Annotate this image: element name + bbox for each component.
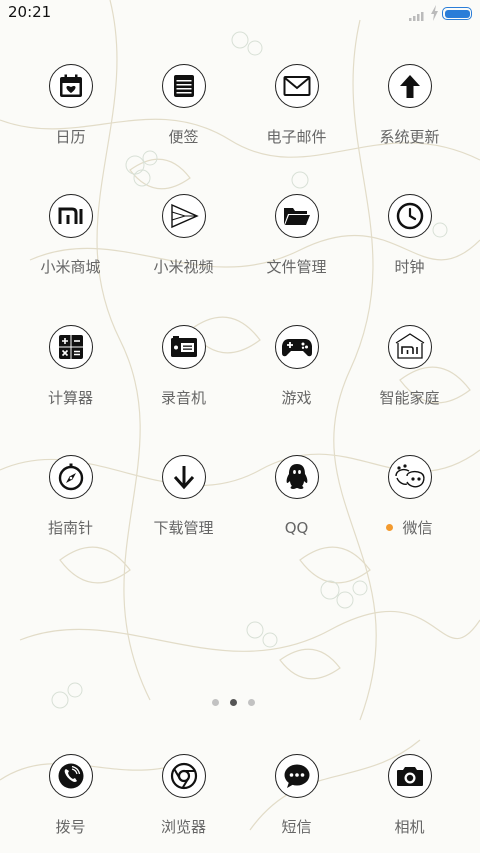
app-downloads[interactable]: 下载管理 <box>127 455 240 537</box>
app-file-manager[interactable]: 文件管理 <box>240 194 353 276</box>
folder-icon <box>283 208 310 225</box>
app-label: 浏览器 <box>160 818 206 836</box>
signal-icon <box>409 12 424 21</box>
recorder-icon <box>170 336 197 357</box>
dock-phone[interactable]: 拨号 <box>14 754 127 836</box>
app-label: 相机 <box>394 818 425 836</box>
status-bar: 20:21 <box>0 0 480 28</box>
app-mi-video[interactable]: 小米视频 <box>127 194 240 276</box>
app-notes[interactable]: 便签 <box>127 64 240 146</box>
app-label: 便签 <box>168 128 199 146</box>
app-label: 文件管理 <box>266 258 327 276</box>
battery-level <box>444 9 470 18</box>
app-email[interactable]: 电子邮件 <box>240 64 353 146</box>
page-dot-2-active[interactable] <box>230 699 237 706</box>
app-compass[interactable]: 指南针 <box>14 455 127 537</box>
app-label: 智能家庭 <box>379 389 440 407</box>
calendar-icon <box>59 74 82 97</box>
app-label: 小米视频 <box>153 258 214 276</box>
app-label: 录音机 <box>160 389 206 407</box>
app-system-update[interactable]: 系统更新 <box>353 64 466 146</box>
qq-penguin-icon <box>286 464 307 489</box>
camera-icon <box>396 767 423 786</box>
app-label: QQ <box>284 519 309 537</box>
page-dot-3[interactable] <box>248 699 255 706</box>
unread-dot <box>386 524 394 531</box>
app-recorder[interactable]: 录音机 <box>127 325 240 407</box>
email-icon <box>283 76 310 96</box>
page-dot-1[interactable] <box>212 699 219 706</box>
app-label-text: 微信 <box>402 519 433 537</box>
app-label: 短信 <box>281 818 312 836</box>
update-arrow-icon <box>399 75 420 98</box>
calculator-icon <box>58 335 83 359</box>
app-label: 游戏 <box>281 389 312 407</box>
status-time: 20:21 <box>8 3 52 21</box>
dock-camera[interactable]: 相机 <box>353 754 466 836</box>
app-wechat[interactable]: 微信 <box>353 455 466 537</box>
dock-browser[interactable]: 浏览器 <box>127 754 240 836</box>
app-label: 电子邮件 <box>266 128 327 146</box>
app-smart-home[interactable]: 智能家庭 <box>353 325 466 407</box>
clock-icon <box>396 202 423 230</box>
smart-home-icon <box>395 333 424 359</box>
wechat-icon <box>394 464 425 488</box>
app-label: 小米商城 <box>40 258 101 276</box>
phone-icon <box>58 763 83 789</box>
page-indicator[interactable] <box>212 699 255 706</box>
notes-icon <box>173 75 194 97</box>
app-qq[interactable]: QQ <box>240 455 353 537</box>
app-label: 微信 <box>386 519 433 537</box>
gamepad-icon <box>281 339 312 357</box>
app-label: 拨号 <box>55 818 86 836</box>
battery-icon <box>442 7 472 20</box>
app-label: 下载管理 <box>153 519 214 537</box>
video-play-icon <box>170 203 199 229</box>
app-calendar[interactable]: 日历 <box>14 64 127 146</box>
app-label: 日历 <box>55 128 86 146</box>
app-games[interactable]: 游戏 <box>240 325 353 407</box>
app-label: 计算器 <box>47 389 93 407</box>
mi-store-icon <box>58 207 82 224</box>
app-calculator[interactable]: 计算器 <box>14 325 127 407</box>
app-label: 时钟 <box>394 258 425 276</box>
dock-messages[interactable]: 短信 <box>240 754 353 836</box>
charging-bolt-icon <box>431 5 438 21</box>
app-label: 指南针 <box>47 519 93 537</box>
download-icon <box>173 466 194 490</box>
app-label: 系统更新 <box>379 128 440 146</box>
browser-icon <box>170 762 197 790</box>
app-mi-store[interactable]: 小米商城 <box>14 194 127 276</box>
message-icon <box>284 764 309 788</box>
app-clock[interactable]: 时钟 <box>353 194 466 276</box>
compass-icon <box>58 463 83 491</box>
